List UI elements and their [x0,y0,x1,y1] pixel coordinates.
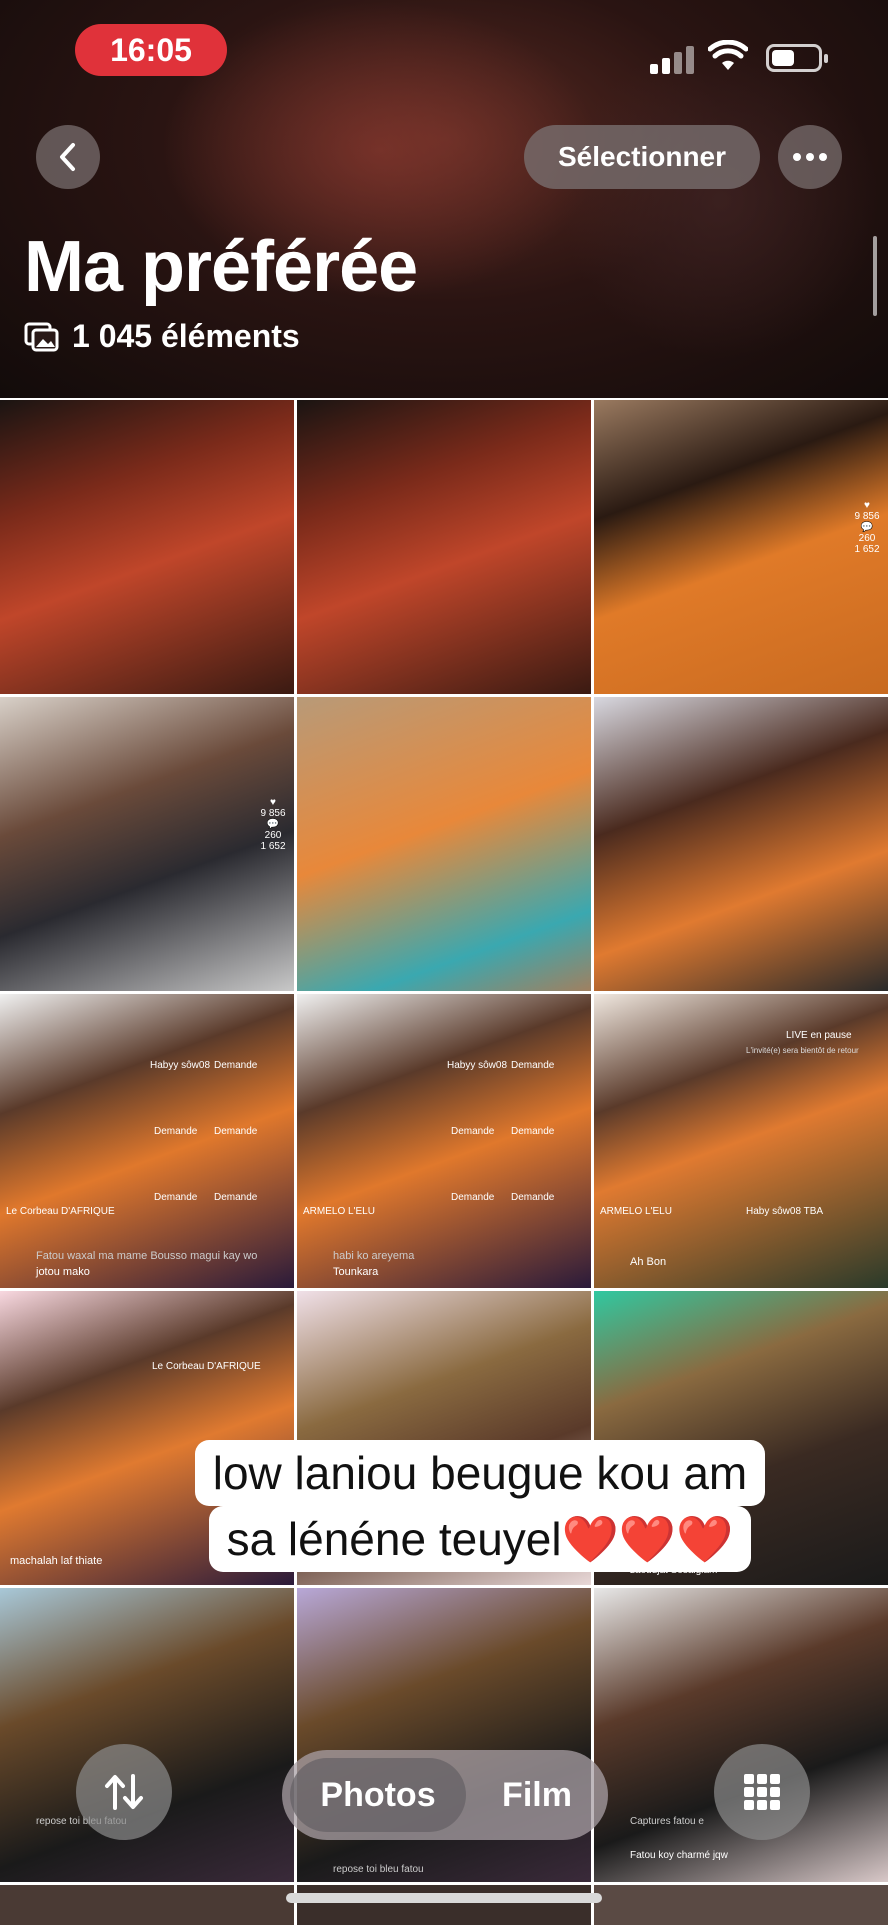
tiktok-side-stats: ♥ 9 856 💬 260 1 652 [852,500,882,555]
live-host-name: ARMELO L'ELU [303,1206,375,1217]
photo-thumbnail [0,697,294,991]
more-button[interactable] [778,125,842,189]
album-count: 1 045 éléments [24,318,300,355]
grid-cell[interactable]: Le Corbeau D'AFRIQUE machalah laf thiate [0,1291,294,1585]
comment-icon: 💬 [266,819,280,830]
photo-thumbnail [594,1291,888,1585]
grid-cell[interactable] [0,400,294,694]
photo-thumbnail [297,1291,591,1585]
photo-thumbnail [297,994,591,1288]
live-request-slot: Demande [214,1192,258,1203]
grid-cell[interactable] [297,1291,591,1585]
comment-count: 260 [264,830,282,841]
grid-cell[interactable] [594,697,888,991]
comment-icon: 💬 [860,522,874,533]
live-comment: Tounkara [333,1266,379,1278]
photos-stack-icon [24,322,59,351]
grid-cell[interactable] [297,697,591,991]
live-guest-name: Le Corbeau D'AFRIQUE [152,1361,261,1372]
photo-thumbnail [297,697,591,991]
like-count: 9 856 [260,808,286,819]
like-icon: ♥ [270,797,276,808]
grid-cell[interactable]: Le Corbeau D'AFRIQUE Habyy sôw08 Demande… [0,994,294,1288]
status-time[interactable]: 16:05 [75,24,227,76]
grid-cell[interactable]: LIVE en pause L'invité(e) sera bientôt d… [594,994,888,1288]
grid-cell[interactable]: ARMELO L'ELU Habyy sôw08 Demande Demande… [297,994,591,1288]
live-comment: Ah Bon [630,1256,667,1268]
live-request-slot: Demande [451,1192,495,1203]
live-host-name: Le Corbeau D'AFRIQUE [6,1206,115,1217]
live-request-slot: Demande [154,1126,198,1137]
album-count-label: 1 045 éléments [72,318,300,354]
photo-thumbnail [297,400,591,694]
live-guest-name: Habyy sôw08 [447,1060,508,1071]
live-request-slot: Demande [214,1126,258,1137]
grid-cell[interactable] [297,400,591,694]
live-request-slot: Demande [511,1060,555,1071]
save-count: 1 652 [260,841,286,852]
home-indicator[interactable] [286,1893,602,1903]
photo-thumbnail [0,994,294,1288]
live-status: LIVE en pause [786,1030,852,1041]
select-button[interactable]: Sélectionner [524,125,760,189]
grid-view-icon [744,1774,780,1810]
grid-view-button[interactable] [714,1744,810,1840]
comment-count: 260 [858,533,876,544]
live-request-slot: Demande [214,1060,258,1071]
live-request-slot: Demande [511,1126,555,1137]
live-comment: machalah laf thiate [10,1555,103,1567]
live-host-name: ARMELO L'ELU [600,1206,672,1217]
photo-thumbnail [594,697,888,991]
sort-button[interactable] [76,1744,172,1840]
view-mode-segmented-control: Photos Film [282,1750,608,1840]
live-comment: zaoudjat Sosaiglam [630,1565,718,1576]
sort-arrows-icon [105,1774,143,1810]
photo-thumbnail [0,1291,294,1585]
wifi-icon [708,40,748,70]
album-title: Ma préférée [24,227,418,307]
like-count: 9 856 [854,511,880,522]
grid-cell[interactable]: zaoudjat Sosaiglam [594,1291,888,1585]
live-request-slot: Demande [451,1126,495,1137]
battery-icon [766,44,828,72]
live-comment: habi ko areyema [333,1250,415,1262]
live-comment: jotou mako [36,1266,90,1278]
cellular-signal-icon [650,44,694,74]
header-backdrop-2 [560,40,880,360]
photo-thumbnail [594,400,888,694]
live-comment: Fatou waxal ma mame Bousso magui kay wo [36,1250,258,1262]
ellipsis-icon [793,153,827,161]
live-guest-name: Habyy sôw08 [150,1060,211,1071]
grid-cell[interactable]: ♥ 9 856 💬 260 1 652 [0,697,294,991]
album-header: 16:05 Sélectionner Ma préférée 1 045 élé… [0,0,888,398]
tab-photos[interactable]: Photos [290,1758,466,1832]
grid-cell[interactable]: ♥ 9 856 💬 260 1 652 [594,400,888,694]
scroll-indicator[interactable] [873,236,877,316]
chevron-left-icon [60,143,75,171]
save-count: 1 652 [854,544,880,555]
photo-thumbnail [0,400,294,694]
tab-film[interactable]: Film [472,1758,602,1832]
bottom-toolbar: Photos Film [0,1744,888,1920]
tiktok-side-stats: ♥ 9 856 💬 260 1 652 [258,797,288,852]
back-button[interactable] [36,125,100,189]
live-guest-name: Haby sôw08 TBA [746,1206,824,1217]
live-status-detail: L'invité(e) sera bientôt de retour [746,1046,859,1055]
live-request-slot: Demande [154,1192,198,1203]
like-icon: ♥ [864,500,870,511]
live-request-slot: Demande [511,1192,555,1203]
